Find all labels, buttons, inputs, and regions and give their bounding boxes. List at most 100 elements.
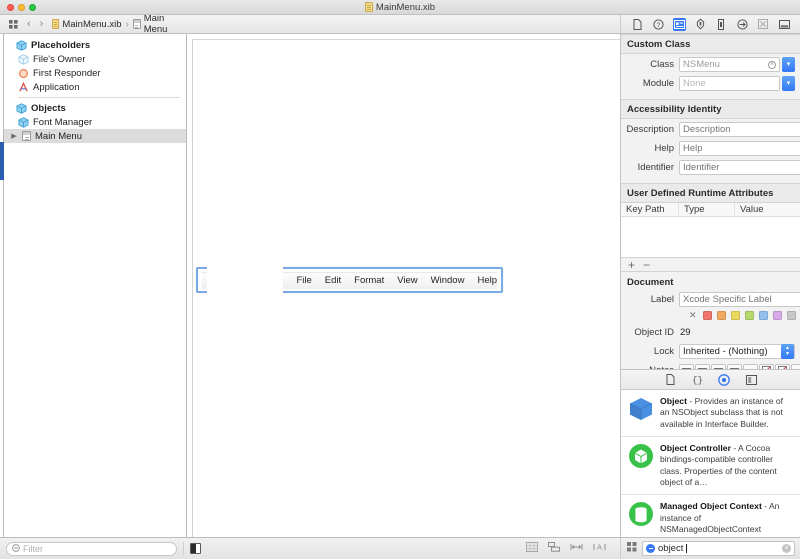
minimize-window-button[interactable] bbox=[18, 3, 25, 11]
menu-item-file[interactable]: File bbox=[296, 275, 311, 286]
help-input[interactable] bbox=[679, 141, 800, 156]
xcode-label-input[interactable] bbox=[679, 292, 800, 307]
lock-popup-arrows[interactable]: ▴ ▾ bbox=[781, 344, 794, 359]
bottom-bar: Filter A object × bbox=[0, 537, 800, 559]
bindings-inspector-tab[interactable] bbox=[757, 18, 770, 31]
object-library-tab[interactable] bbox=[718, 373, 731, 386]
split-view-icon[interactable] bbox=[190, 543, 201, 554]
align-grid-icon[interactable] bbox=[526, 542, 538, 555]
library-panel: {} Object - Provides an instance of an N… bbox=[621, 369, 800, 537]
runtime-attributes-table[interactable]: Key Path Type Value bbox=[621, 203, 800, 258]
window-controls[interactable] bbox=[0, 3, 36, 11]
zoom-window-button[interactable] bbox=[29, 3, 36, 11]
color-swatch-blue[interactable] bbox=[758, 310, 768, 320]
xib-file-icon bbox=[52, 19, 60, 29]
lock-row: Lock Inherited - (Nothing) ▴ ▾ bbox=[621, 343, 800, 360]
identity-inspector-tab[interactable] bbox=[672, 17, 686, 31]
forward-button[interactable]: › bbox=[40, 18, 44, 30]
media-library-tab[interactable] bbox=[745, 373, 758, 386]
library-item-managed-object-context[interactable]: Managed Object Context - An instance of … bbox=[621, 495, 800, 537]
label-label: Label bbox=[650, 294, 674, 305]
outline-item-first-responder[interactable]: First Responder bbox=[4, 66, 186, 80]
outline-group-placeholders[interactable]: Placeholders bbox=[4, 38, 186, 52]
inspector-scroll-area[interactable]: Custom Class Class NSMenu × ▾ Module Non… bbox=[621, 34, 800, 369]
help-label: Help bbox=[654, 143, 674, 154]
main-menu-object[interactable]: NewApplication File Edit Format View Win… bbox=[196, 40, 503, 537]
menu-item-edit[interactable]: Edit bbox=[325, 275, 341, 286]
outline-tree[interactable]: Placeholders File's Owner First Responde… bbox=[4, 34, 186, 537]
description-label: Description bbox=[626, 124, 674, 135]
color-swatch-red[interactable] bbox=[702, 310, 712, 320]
object-id-value: 29 bbox=[679, 325, 795, 340]
lock-popup[interactable]: Inherited - (Nothing) ▴ ▾ bbox=[679, 344, 795, 359]
filter-icon bbox=[12, 543, 20, 554]
grid-icon[interactable] bbox=[9, 19, 18, 29]
label-color-swatches[interactable]: ✕ bbox=[621, 308, 800, 322]
disclosure-triangle[interactable]: ▶ bbox=[10, 133, 18, 140]
runtime-attributes-body[interactable] bbox=[621, 217, 800, 257]
menu-item-window[interactable]: Window bbox=[431, 275, 465, 286]
module-popup-button[interactable]: ▾ bbox=[782, 76, 795, 91]
add-attribute-button[interactable]: + bbox=[628, 259, 635, 271]
menu-item-format[interactable]: Format bbox=[354, 275, 384, 286]
outline-label: Objects bbox=[31, 102, 66, 114]
module-field[interactable]: None bbox=[679, 76, 780, 91]
no-color-swatch[interactable]: ✕ bbox=[689, 310, 697, 320]
align-edges-icon[interactable] bbox=[548, 542, 560, 555]
outline-item-files-owner[interactable]: File's Owner bbox=[4, 52, 186, 66]
close-window-button[interactable] bbox=[7, 3, 14, 11]
back-button[interactable]: ‹ bbox=[27, 18, 31, 30]
connections-inspector-tab[interactable] bbox=[736, 18, 749, 31]
outline-label: Font Manager bbox=[33, 116, 93, 128]
alignment-controls: A bbox=[526, 542, 614, 555]
view-effects-inspector-tab[interactable] bbox=[778, 18, 791, 31]
menu-item-newapplication[interactable]: NewApplication bbox=[207, 40, 284, 537]
module-value: None bbox=[683, 78, 706, 89]
outline-group-objects[interactable]: Objects bbox=[4, 101, 186, 115]
library-search-field[interactable]: object × bbox=[642, 541, 795, 556]
library-tab-bar: {} bbox=[621, 370, 800, 390]
description-input[interactable] bbox=[679, 122, 800, 137]
outline-item-main-menu[interactable]: ▶ Main Menu bbox=[4, 129, 186, 143]
align-vertical-icon[interactable]: A bbox=[593, 542, 606, 555]
outline-label: Main Menu bbox=[35, 130, 82, 142]
green-cube-circle-icon bbox=[628, 443, 654, 469]
file-template-library-tab[interactable] bbox=[664, 373, 677, 386]
class-field[interactable]: NSMenu × bbox=[679, 57, 780, 72]
menu-icon bbox=[22, 131, 31, 141]
left-scroll-indicator[interactable] bbox=[0, 142, 4, 180]
color-swatch-gray[interactable] bbox=[786, 310, 796, 320]
cube-outline-icon bbox=[18, 53, 29, 65]
jump-bar-toolbar: ‹ › MainMenu.xib › Main Menu ? bbox=[0, 13, 800, 35]
attributes-inspector-tab[interactable] bbox=[694, 18, 707, 31]
library-item-object-controller[interactable]: Object Controller - A Cocoa bindings-com… bbox=[621, 437, 800, 496]
class-clear-icon[interactable]: × bbox=[768, 60, 776, 69]
outline-label: File's Owner bbox=[33, 53, 86, 65]
breadcrumb-item-file[interactable]: MainMenu.xib bbox=[62, 19, 121, 30]
filter-field[interactable]: Filter bbox=[6, 541, 177, 556]
grid-icon[interactable] bbox=[627, 542, 637, 555]
library-item-list[interactable]: Object - Provides an instance of an NSOb… bbox=[621, 390, 800, 537]
file-inspector-tab[interactable] bbox=[631, 18, 644, 31]
align-horizontal-icon[interactable] bbox=[570, 542, 583, 555]
clear-icon[interactable]: × bbox=[782, 544, 791, 553]
cube-orange-icon bbox=[18, 68, 29, 79]
class-popup-button[interactable]: ▾ bbox=[782, 57, 795, 72]
outline-item-application[interactable]: Application bbox=[4, 80, 186, 94]
menu-item-help[interactable]: Help bbox=[477, 275, 497, 286]
breadcrumb-item-main-menu[interactable]: Main Menu bbox=[144, 13, 183, 35]
outline-item-font-manager[interactable]: Font Manager bbox=[4, 115, 186, 129]
color-swatch-purple[interactable] bbox=[772, 310, 782, 320]
identifier-input[interactable] bbox=[679, 160, 800, 175]
quick-help-inspector-tab[interactable]: ? bbox=[652, 18, 665, 31]
color-swatch-orange[interactable] bbox=[716, 310, 726, 320]
library-search-area: object × bbox=[620, 538, 800, 559]
color-swatch-green[interactable] bbox=[744, 310, 754, 320]
menu-item-view[interactable]: View bbox=[397, 275, 417, 286]
remove-attribute-button[interactable]: − bbox=[643, 259, 650, 271]
interface-builder-canvas[interactable]: NewApplication File Edit Format View Win… bbox=[192, 39, 620, 537]
size-inspector-tab[interactable] bbox=[715, 18, 728, 31]
library-item-object[interactable]: Object - Provides an instance of an NSOb… bbox=[621, 390, 800, 437]
color-swatch-yellow[interactable] bbox=[730, 310, 740, 320]
code-snippet-library-tab[interactable]: {} bbox=[691, 373, 704, 386]
